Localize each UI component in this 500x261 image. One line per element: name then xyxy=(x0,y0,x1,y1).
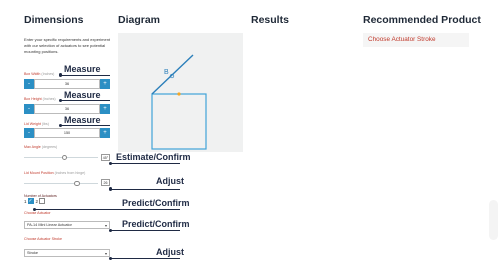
choose-actuator-select[interactable]: PA-14 Mini Linear Actuator ▾ xyxy=(24,221,110,229)
max-angle-slider[interactable] xyxy=(24,154,98,161)
chevron-down-icon: ▾ xyxy=(104,251,107,256)
box-width-input[interactable]: 36 xyxy=(34,79,100,89)
lid-weight-stepper[interactable]: - 150 + xyxy=(24,128,110,138)
recommended-panel: Choose Actuator Stroke xyxy=(363,33,469,47)
annotation-adjust-2: Adjust xyxy=(156,247,184,257)
actuators-option-1-checkbox[interactable]: ✓ xyxy=(27,198,34,204)
annotation-estimate-confirm: Estimate/Confirm xyxy=(116,152,191,162)
max-angle-slider-thumb[interactable] xyxy=(61,154,68,161)
annotation-adjust-1-underline xyxy=(108,186,180,192)
choose-stroke-value: Stroke xyxy=(27,251,38,255)
choose-actuator-value: PA-14 Mini Linear Actuator xyxy=(27,223,72,227)
box-height-decrement-button[interactable]: - xyxy=(24,104,34,114)
lid-weight-label-text: Lid Weight xyxy=(24,122,41,126)
lid-mount-slider-thumb[interactable] xyxy=(74,180,81,187)
box-outline xyxy=(151,93,207,150)
intro-text: Enter your specific requirements and exp… xyxy=(24,37,111,54)
annotation-measure-width-underline xyxy=(58,72,110,78)
checkmark-icon: ✓ xyxy=(28,198,33,204)
choose-actuator-stroke-link[interactable]: Choose Actuator Stroke xyxy=(368,36,436,43)
results-heading: Results xyxy=(251,14,289,26)
lid-mount-slider[interactable] xyxy=(24,180,98,187)
box-height-unit: (Inches) xyxy=(42,97,56,101)
diagram-heading: Diagram xyxy=(118,14,161,26)
box-width-label-text: Box Width xyxy=(24,72,41,76)
max-angle-label: Max Angle (degrees) xyxy=(24,145,57,149)
box-width-label: Box Width (Inches) xyxy=(24,72,54,76)
choose-stroke-select[interactable]: Stroke ▾ xyxy=(24,249,110,257)
box-height-input[interactable]: 36 xyxy=(34,104,100,114)
actuators-option-1-label: 1 xyxy=(24,198,27,204)
lid-mount-value[interactable]: 26 xyxy=(101,179,110,186)
max-angle-value[interactable]: 45° xyxy=(101,154,110,161)
max-angle-label-text: Max Angle xyxy=(24,145,41,149)
box-height-increment-button[interactable]: + xyxy=(100,104,110,114)
annotation-adjust-1: Adjust xyxy=(156,176,184,186)
choose-stroke-label: Choose Actuator Stroke xyxy=(24,237,62,241)
recommended-heading: Recommended Product xyxy=(363,14,481,26)
diagram-panel: B xyxy=(118,33,243,152)
lid-weight-input[interactable]: 150 xyxy=(34,128,100,138)
hinge-point xyxy=(177,92,181,96)
box-width-decrement-button[interactable]: - xyxy=(24,79,34,89)
annotation-measure-weight: Measure xyxy=(64,115,101,125)
box-height-stepper[interactable]: - 36 + xyxy=(24,104,110,114)
box-height-label: Box Height (Inches) xyxy=(24,97,56,101)
num-actuators-options: 1 ✓ 2 xyxy=(24,198,47,204)
dimensions-heading: Dimensions xyxy=(24,14,84,26)
chevron-down-icon: ▾ xyxy=(104,223,107,228)
lid-weight-label: Lid Weight (lbs) xyxy=(24,122,49,126)
box-height-label-text: Box Height xyxy=(24,97,42,101)
box-width-increment-button[interactable]: + xyxy=(100,79,110,89)
lid-weight-unit: (lbs) xyxy=(41,122,49,126)
choose-actuator-label: Choose Actuator xyxy=(24,211,51,215)
scrollbar[interactable] xyxy=(489,200,498,240)
annotation-measure-weight-underline xyxy=(58,123,110,129)
annotation-estimate-underline xyxy=(108,161,180,167)
box-width-stepper[interactable]: - 36 + xyxy=(24,79,110,89)
lid-weight-increment-button[interactable]: + xyxy=(100,128,110,138)
annotation-predict-2-underline xyxy=(108,228,180,234)
annotation-measure-width: Measure xyxy=(64,64,101,74)
lid-mount-unit: (inches from hinge) xyxy=(54,171,86,175)
annotation-predict-1-underline xyxy=(32,207,180,213)
annotation-adjust-2-underline xyxy=(108,256,180,261)
max-angle-unit: (degrees) xyxy=(41,145,58,149)
annotation-predict-confirm-1: Predict/Confirm xyxy=(122,198,190,208)
box-lid-diagram: B xyxy=(151,54,207,150)
annotation-measure-height-underline xyxy=(58,98,110,104)
actuators-option-2-label: 2 xyxy=(35,198,39,204)
point-b-label: B xyxy=(164,69,169,76)
annotation-predict-confirm-2: Predict/Confirm xyxy=(122,219,190,229)
actuators-option-2-checkbox[interactable] xyxy=(39,198,46,204)
lid-mount-label-text: Lid Mount Position xyxy=(24,171,54,175)
box-width-unit: (Inches) xyxy=(41,72,55,76)
lid-mount-label: Lid Mount Position (inches from hinge) xyxy=(24,171,85,175)
annotation-measure-height: Measure xyxy=(64,90,101,100)
lid-weight-decrement-button[interactable]: - xyxy=(24,128,34,138)
